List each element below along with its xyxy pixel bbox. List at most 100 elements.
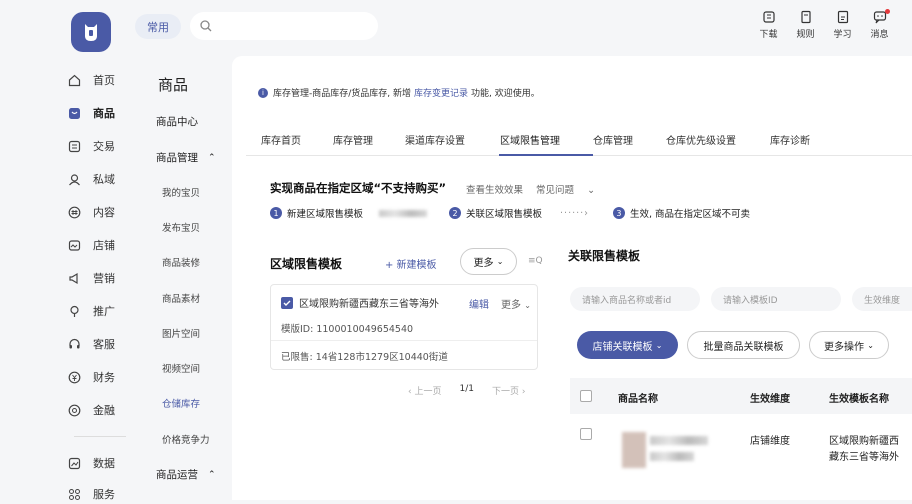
subnav-goods-manage[interactable]: 商品管理 ⌃ <box>156 150 216 165</box>
collapse-icon[interactable]: ≡Q <box>528 256 543 266</box>
info-icon: i <box>258 87 268 98</box>
store-link-template-button[interactable]: 店铺关联模板 ⌄ <box>577 331 678 359</box>
view-effect-link[interactable]: 查看生效效果 <box>466 185 523 196</box>
message-button[interactable]: 消息 <box>861 9 898 40</box>
app-logo[interactable] <box>71 12 111 52</box>
subnav-item-images[interactable]: 图片空间 <box>162 326 200 340</box>
feature-heading: 实现商品在指定区域“不支持购买” <box>270 181 447 195</box>
chevron-up-icon: ⌃ <box>208 469 216 480</box>
notice-text: 库存管理-商品库存/货品库存, 新增 <box>273 89 412 99</box>
chevron-down-icon: ⌄ <box>867 340 874 350</box>
card-more-label: 更多 <box>501 300 521 311</box>
subnav-label: 商品管理 <box>156 152 198 164</box>
tab-regional-restriction[interactable]: 区域限售管理 <box>500 132 560 147</box>
faq-link[interactable]: 常见问题 ⌄ <box>536 185 605 196</box>
button-label: 店铺关联模板 <box>592 341 653 353</box>
download-button[interactable]: 下载 <box>750 10 787 40</box>
next-page-label: 下一页 <box>491 387 519 397</box>
button-label: 更多操作 <box>824 341 865 353</box>
tab-warehouse-manage[interactable]: 仓库管理 <box>593 132 633 147</box>
prev-page-button[interactable]: ‹ 上一页 <box>408 384 441 397</box>
sidebar-item-label: 首页 <box>93 74 115 87</box>
main-content: i 库存管理-商品库存/货品库存, 新增 库存变更记录 功能, 欢迎使用。 库存… <box>232 56 912 500</box>
row-template-line-1: 区域限购新疆西 <box>829 436 899 447</box>
filter-placeholder: 请输入商品名称或者id <box>582 295 672 306</box>
arrow-icon: ······› <box>560 207 589 219</box>
sidebar-item-banking[interactable]: 金融 <box>67 400 115 420</box>
subnav-goods-center[interactable]: 商品中心 <box>156 114 198 129</box>
sidebar-item-service[interactable]: 客服 <box>67 334 115 354</box>
card-more-button[interactable]: 更多 ⌄ <box>501 296 531 311</box>
more-label: 更多 <box>473 258 494 269</box>
sidebar-item-marketing[interactable]: 营销 <box>67 268 115 288</box>
sidebar-divider <box>74 436 126 437</box>
sidebar-item-finance[interactable]: 财务 <box>67 367 115 387</box>
sidebar-item-content[interactable]: 内容 <box>67 202 115 222</box>
tab-channel-settings[interactable]: 渠道库存设置 <box>405 132 465 147</box>
tab-warehouse-priority[interactable]: 仓库优先级设置 <box>666 132 736 147</box>
heading-links: 查看生效效果 常见问题 ⌄ <box>466 182 615 196</box>
next-page-button[interactable]: 下一页 › <box>492 384 525 397</box>
check-icon <box>283 300 291 306</box>
finance-icon <box>67 370 81 384</box>
new-template-button[interactable]: + 新建模板 <box>385 256 437 271</box>
more-button[interactable]: 更多 ⌄ <box>460 248 517 275</box>
sidebar-item-label: 客服 <box>93 338 115 351</box>
sidebar-item-goods[interactable]: 商品 <box>67 103 115 123</box>
sidebar-item-label: 交易 <box>93 140 115 153</box>
subnav-item-price[interactable]: 价格竞争力 <box>162 432 210 446</box>
select-all-checkbox[interactable] <box>580 390 592 402</box>
subnav-item-decoration[interactable]: 商品装修 <box>162 255 200 269</box>
more-operations-button[interactable]: 更多操作 ⌄ <box>809 331 889 359</box>
sidebar-item-home[interactable]: 首页 <box>67 70 115 90</box>
template-card[interactable]: 区域限购新疆西藏东三省等海外 编辑 更多 ⌄ 模版ID: 11000100496… <box>270 284 538 370</box>
batch-link-button[interactable]: 批量商品关联模板 <box>687 331 800 359</box>
subnav-goods-ops[interactable]: 商品运营 ⌃ <box>156 467 216 482</box>
table-header: 商品名称 生效维度 生效模板名称 <box>570 378 912 414</box>
active-tab-indicator <box>499 154 593 156</box>
rules-icon <box>800 10 811 24</box>
tab-inventory-home[interactable]: 库存首页 <box>261 132 301 147</box>
goods-name-filter[interactable]: 请输入商品名称或者id <box>570 287 700 311</box>
subnav-item-material[interactable]: 商品素材 <box>162 291 200 305</box>
step-1-label: 新建区域限售模板 <box>287 209 364 220</box>
subnav-title: 商品 <box>158 76 189 94</box>
template-id: 模版ID: 1100010049654540 <box>281 324 414 335</box>
dimension-filter[interactable]: 生效维度 <box>852 287 912 311</box>
sidebar-item-services[interactable]: 服务 <box>67 484 115 504</box>
search-input[interactable] <box>218 19 368 33</box>
rules-button[interactable]: 规则 <box>787 10 824 40</box>
checkbox-checked[interactable] <box>281 296 293 309</box>
unread-dot <box>885 9 890 14</box>
prev-page-label: 上一页 <box>414 387 442 397</box>
notice-link[interactable]: 库存变更记录 <box>414 86 468 99</box>
search-box[interactable] <box>190 12 378 40</box>
chevron-up-icon: ⌃ <box>208 152 216 163</box>
data-icon <box>67 456 81 470</box>
template-panel-title: 区域限售模板 <box>270 257 343 271</box>
sidebar-item-label: 商品 <box>93 107 115 120</box>
steps-row: 1 新建区域限售模板 2 关联区域限售模板 ······› 3 生效, 商品在指… <box>270 206 750 220</box>
tab-inventory-diagnosis[interactable]: 库存诊断 <box>770 132 810 147</box>
row-checkbox[interactable] <box>580 428 592 440</box>
row-dimension: 店铺维度 <box>750 436 790 447</box>
learn-button[interactable]: 学习 <box>824 10 861 40</box>
common-tag[interactable]: 常用 <box>135 14 181 39</box>
subnav-item-videos[interactable]: 视频空间 <box>162 361 200 375</box>
filter-placeholder: 请输入模板ID <box>723 295 778 306</box>
subnav-item-my-goods[interactable]: 我的宝贝 <box>162 185 200 199</box>
edit-button[interactable]: 编辑 <box>469 296 489 311</box>
tab-inventory-manage[interactable]: 库存管理 <box>333 132 373 147</box>
sidebar-item-store[interactable]: 店铺 <box>67 235 115 255</box>
sidebar-item-promotion[interactable]: 推广 <box>67 301 115 321</box>
template-id-filter[interactable]: 请输入模板ID <box>711 287 841 311</box>
sidebar-item-trade[interactable]: 交易 <box>67 136 115 156</box>
step-number: 3 <box>612 207 625 219</box>
secondary-sidebar: 商品 商品中心 商品管理 ⌃ 我的宝贝 发布宝贝 商品装修 商品素材 图片空间 视… <box>136 60 226 500</box>
sidebar-item-private-domain[interactable]: 私域 <box>67 169 115 189</box>
subnav-item-inventory[interactable]: 仓储库存 <box>162 396 200 410</box>
sidebar-item-data[interactable]: 数据 <box>67 453 115 473</box>
subnav-item-publish[interactable]: 发布宝贝 <box>162 220 200 234</box>
row-template-line-2: 藏东三省等海外 <box>829 452 899 463</box>
column-template-name: 生效模板名称 <box>829 394 889 405</box>
